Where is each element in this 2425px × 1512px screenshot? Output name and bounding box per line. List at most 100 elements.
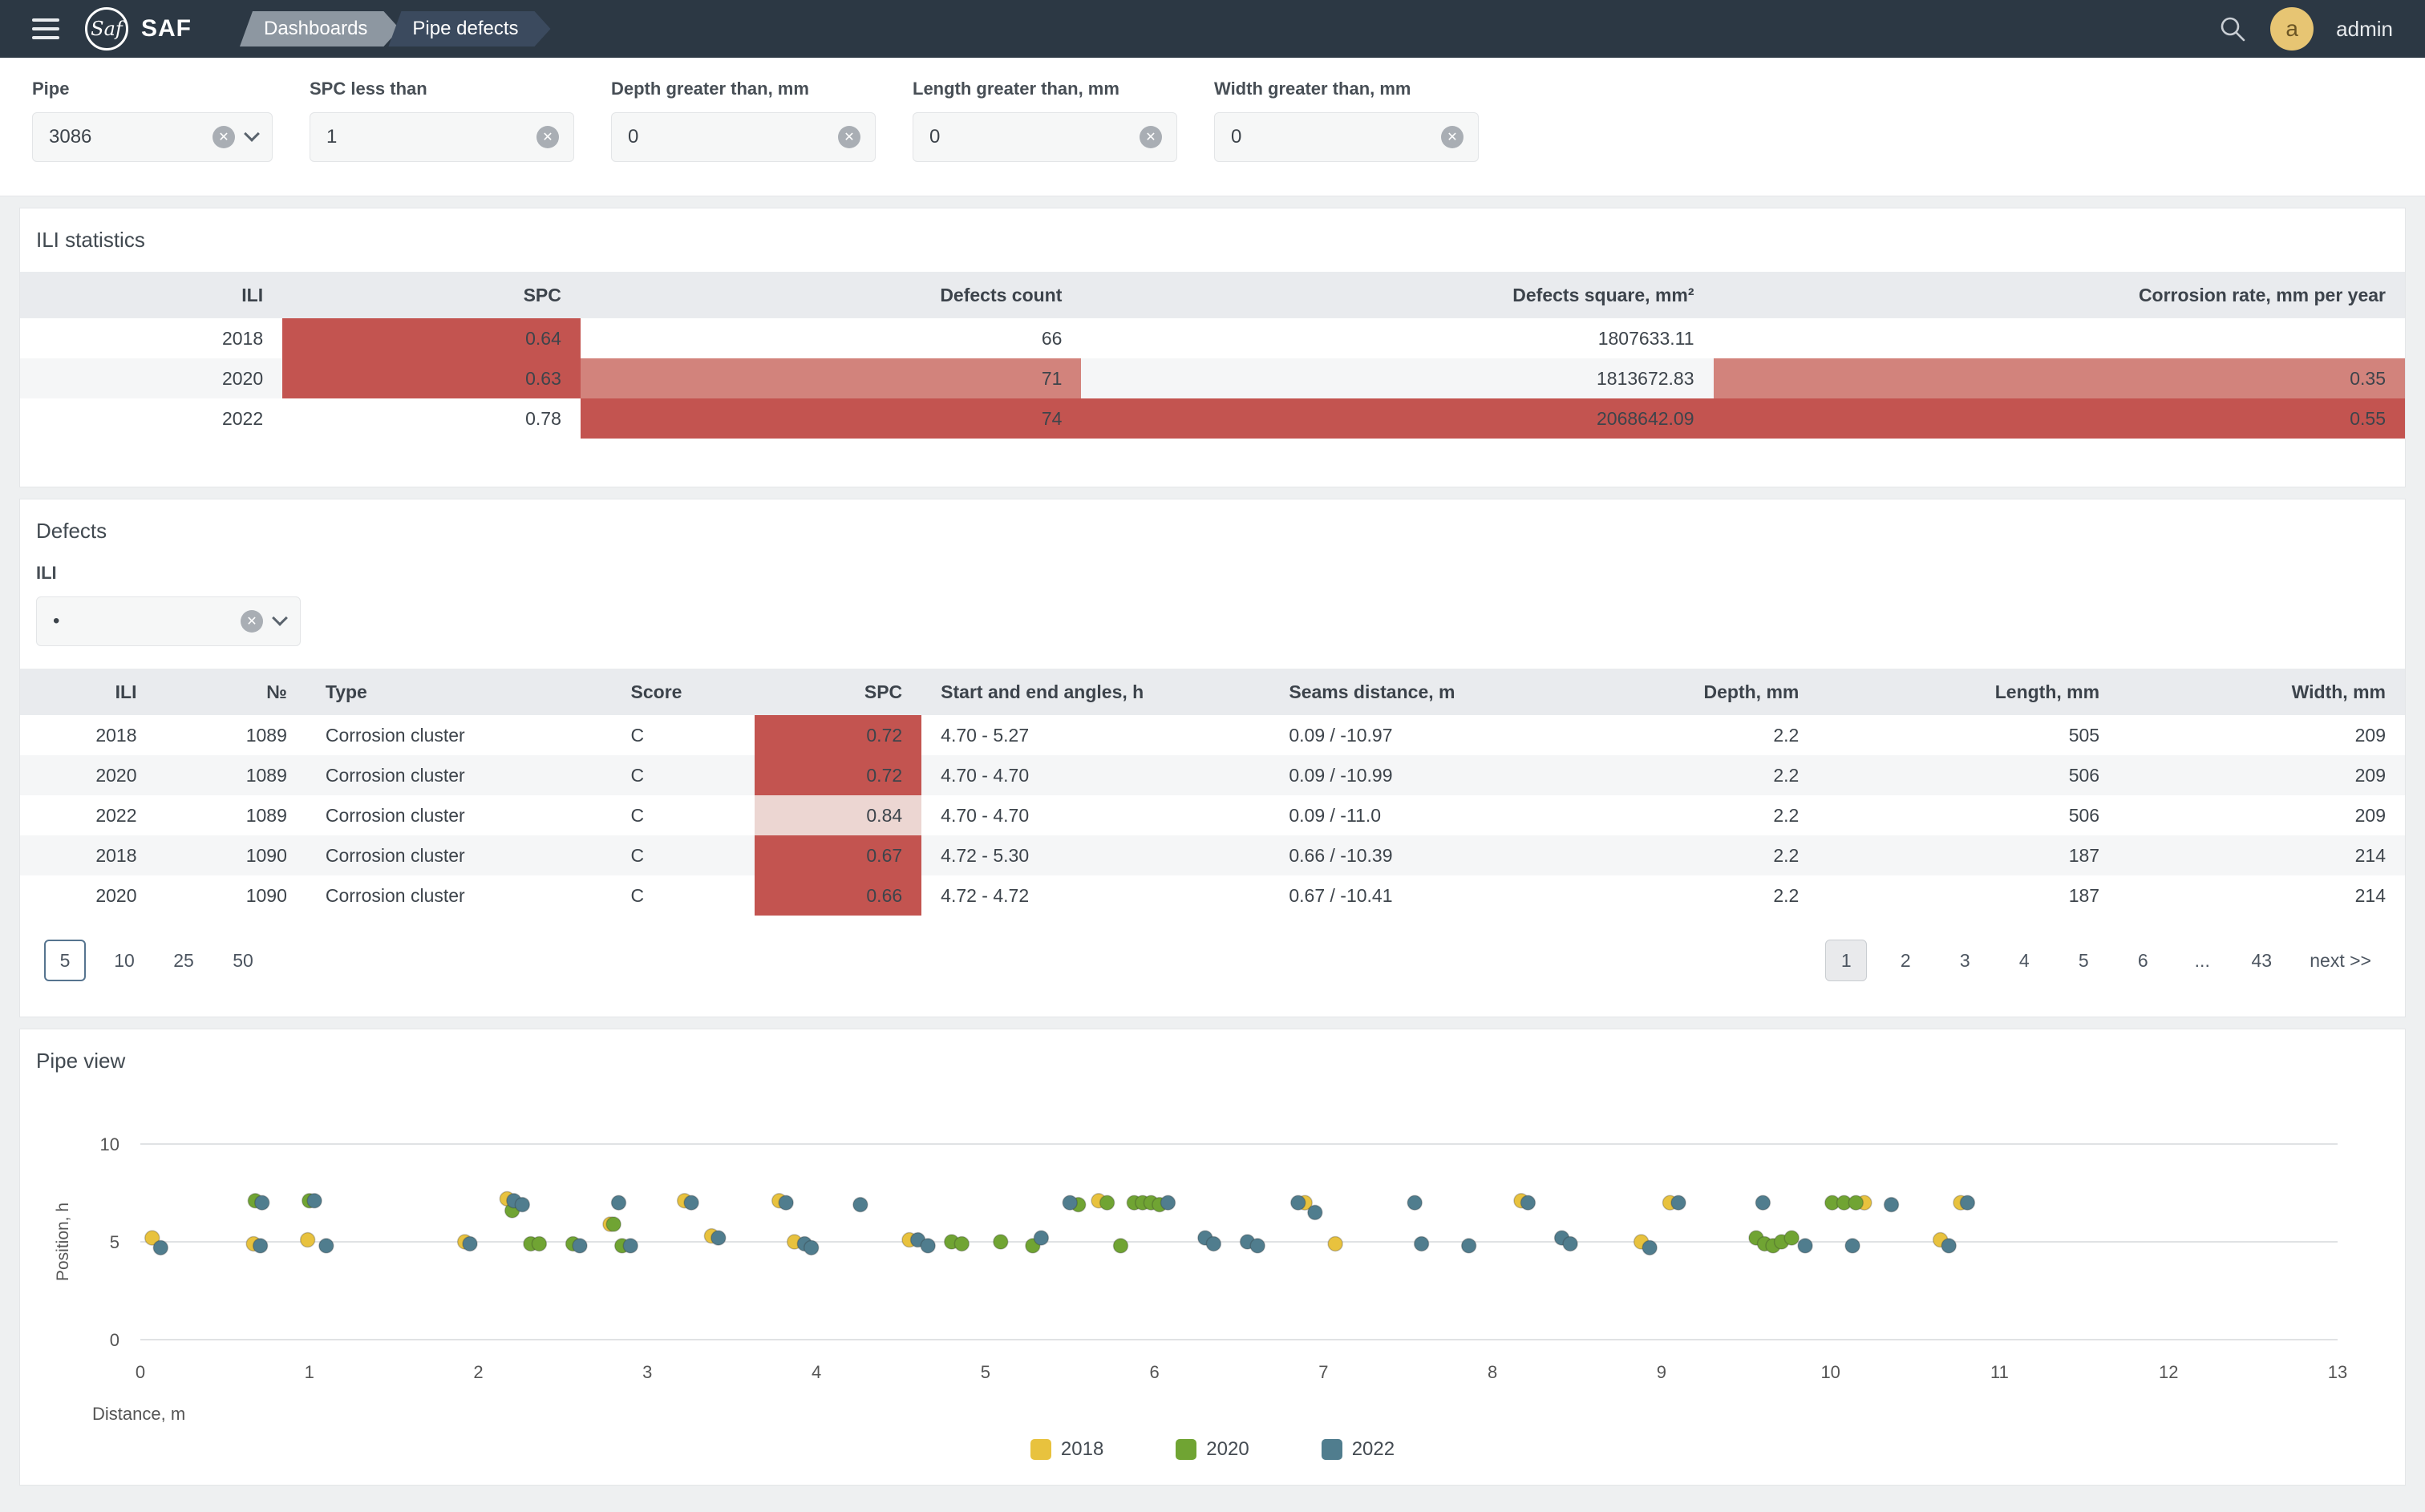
- clear-icon[interactable]: ✕: [213, 126, 235, 148]
- table-cell: C: [612, 795, 755, 835]
- legend-item-2022[interactable]: 2022: [1322, 1438, 1395, 1461]
- search-icon[interactable]: [2217, 14, 2248, 44]
- table-cell: 0.09 / -11.0: [1269, 795, 1627, 835]
- column-header: ILI: [20, 669, 156, 715]
- table-cell: C: [612, 875, 755, 916]
- page-button[interactable]: 6: [2122, 940, 2164, 981]
- legend-item-2018[interactable]: 2018: [1030, 1438, 1103, 1461]
- data-point-2022: [1642, 1240, 1657, 1255]
- column-header: SPC: [755, 669, 921, 715]
- page-button[interactable]: 2: [1885, 940, 1926, 981]
- table-cell: 2068642.09: [1081, 398, 1713, 439]
- clear-icon[interactable]: ✕: [536, 126, 559, 148]
- pagination: 5102550 123456...43next >>: [20, 916, 2405, 1017]
- data-point-2022: [1798, 1239, 1812, 1253]
- chevron-down-icon[interactable]: [244, 126, 260, 142]
- column-header: Width, mm: [2119, 669, 2405, 715]
- legend-label: 2020: [1206, 1438, 1249, 1461]
- table-cell: 0.09 / -10.99: [1269, 755, 1627, 795]
- clear-icon[interactable]: ✕: [241, 610, 263, 633]
- data-point-2022: [1415, 1236, 1429, 1251]
- table-cell: 0.84: [755, 795, 921, 835]
- data-point-2022: [307, 1194, 322, 1208]
- y-tick-label: 0: [110, 1330, 119, 1350]
- table-cell: 2.2: [1627, 755, 1818, 795]
- data-point-2022: [804, 1240, 819, 1255]
- chart-legend: 2018 2020 2022: [20, 1435, 2405, 1485]
- data-point-2022: [1407, 1195, 1422, 1210]
- table-cell: 1813672.83: [1081, 358, 1713, 398]
- width-input[interactable]: [1229, 125, 1430, 149]
- table-cell: 1090: [156, 835, 306, 875]
- x-axis-label: Distance, m: [92, 1404, 185, 1424]
- data-point-2022: [1520, 1195, 1535, 1210]
- clear-icon[interactable]: ✕: [1441, 126, 1464, 148]
- page-button[interactable]: 4: [2003, 940, 2045, 981]
- length-input[interactable]: [928, 125, 1128, 149]
- saf-logo-text: Saf: [91, 18, 123, 40]
- page-button[interactable]: 43: [2241, 940, 2282, 981]
- avatar[interactable]: a: [2270, 7, 2314, 51]
- table-row: 20201089Corrosion clusterC0.724.70 - 4.7…: [20, 755, 2405, 795]
- defects-ili-select-value[interactable]: [51, 609, 229, 633]
- tab-dashboards[interactable]: Dashboards: [240, 11, 399, 46]
- clear-icon[interactable]: ✕: [838, 126, 860, 148]
- data-point-2022: [711, 1231, 726, 1245]
- width-input-field[interactable]: ✕: [1214, 112, 1479, 162]
- depth-input-field[interactable]: ✕: [611, 112, 876, 162]
- table-cell: 187: [1818, 835, 2119, 875]
- table-cell: 4.70 - 5.27: [921, 715, 1269, 755]
- clear-icon[interactable]: ✕: [1140, 126, 1162, 148]
- next-page-button[interactable]: next >>: [2300, 940, 2381, 981]
- legend-item-2020[interactable]: 2020: [1176, 1438, 1249, 1461]
- table-cell: 0.72: [755, 755, 921, 795]
- page-button[interactable]: 1: [1825, 940, 1867, 981]
- breadcrumb-tabs: Dashboards Pipe defects: [240, 11, 551, 46]
- table-cell: 2018: [20, 318, 282, 358]
- table-cell: 2018: [20, 715, 156, 755]
- page-size-button[interactable]: 50: [222, 940, 264, 981]
- table-cell: 4.72 - 5.30: [921, 835, 1269, 875]
- spc-input[interactable]: [325, 125, 525, 149]
- table-row: 20220.78742068642.090.55: [20, 398, 2405, 439]
- spc-input-field[interactable]: ✕: [310, 112, 574, 162]
- page-size-button[interactable]: 10: [103, 940, 145, 981]
- x-tick-label: 4: [812, 1362, 821, 1382]
- chevron-down-icon[interactable]: [272, 610, 288, 626]
- data-point-2022: [853, 1198, 868, 1212]
- menu-icon[interactable]: [32, 18, 64, 39]
- page-size-button[interactable]: 5: [44, 940, 86, 981]
- table-cell: 0.72: [755, 715, 921, 755]
- column-header: SPC: [282, 272, 581, 318]
- data-point-2022: [1034, 1231, 1048, 1245]
- page-button[interactable]: 5: [2063, 940, 2104, 981]
- page-button[interactable]: 3: [1944, 940, 1986, 981]
- data-point-2022: [1308, 1205, 1322, 1219]
- table-cell: 0.09 / -10.97: [1269, 715, 1627, 755]
- depth-input[interactable]: [626, 125, 827, 149]
- table-cell: 1807633.11: [1081, 318, 1713, 358]
- data-point-2022: [684, 1195, 698, 1210]
- data-point-2022: [319, 1239, 334, 1253]
- table-cell: 0.67 / -10.41: [1269, 875, 1627, 916]
- y-axis-label: Position, h: [54, 1203, 72, 1281]
- table-cell: Corrosion cluster: [306, 835, 612, 875]
- filters-bar: Pipe ✕ SPC less than ✕ Depth greater tha…: [0, 58, 2425, 196]
- pipe-select[interactable]: ✕: [32, 112, 273, 162]
- data-point-2022: [1755, 1195, 1770, 1210]
- data-point-2022: [1462, 1239, 1476, 1253]
- page-size-selector: 5 10 25 50: [44, 940, 264, 981]
- pipe-select-value[interactable]: [47, 125, 201, 149]
- data-point-2022: [253, 1239, 268, 1253]
- defects-ili-select[interactable]: ✕: [36, 596, 301, 646]
- filter-length: Length greater than, mm ✕: [913, 79, 1177, 162]
- table-cell: C: [612, 715, 755, 755]
- table-cell: 209: [2119, 795, 2405, 835]
- length-input-field[interactable]: ✕: [913, 112, 1177, 162]
- table-row: 20180.64661807633.11: [20, 318, 2405, 358]
- saf-logo: Saf: [85, 7, 128, 51]
- brand-name: SAF: [141, 15, 192, 42]
- table-cell: 209: [2119, 755, 2405, 795]
- tab-pipe-defects[interactable]: Pipe defects: [388, 11, 550, 46]
- page-size-button[interactable]: 25: [163, 940, 204, 981]
